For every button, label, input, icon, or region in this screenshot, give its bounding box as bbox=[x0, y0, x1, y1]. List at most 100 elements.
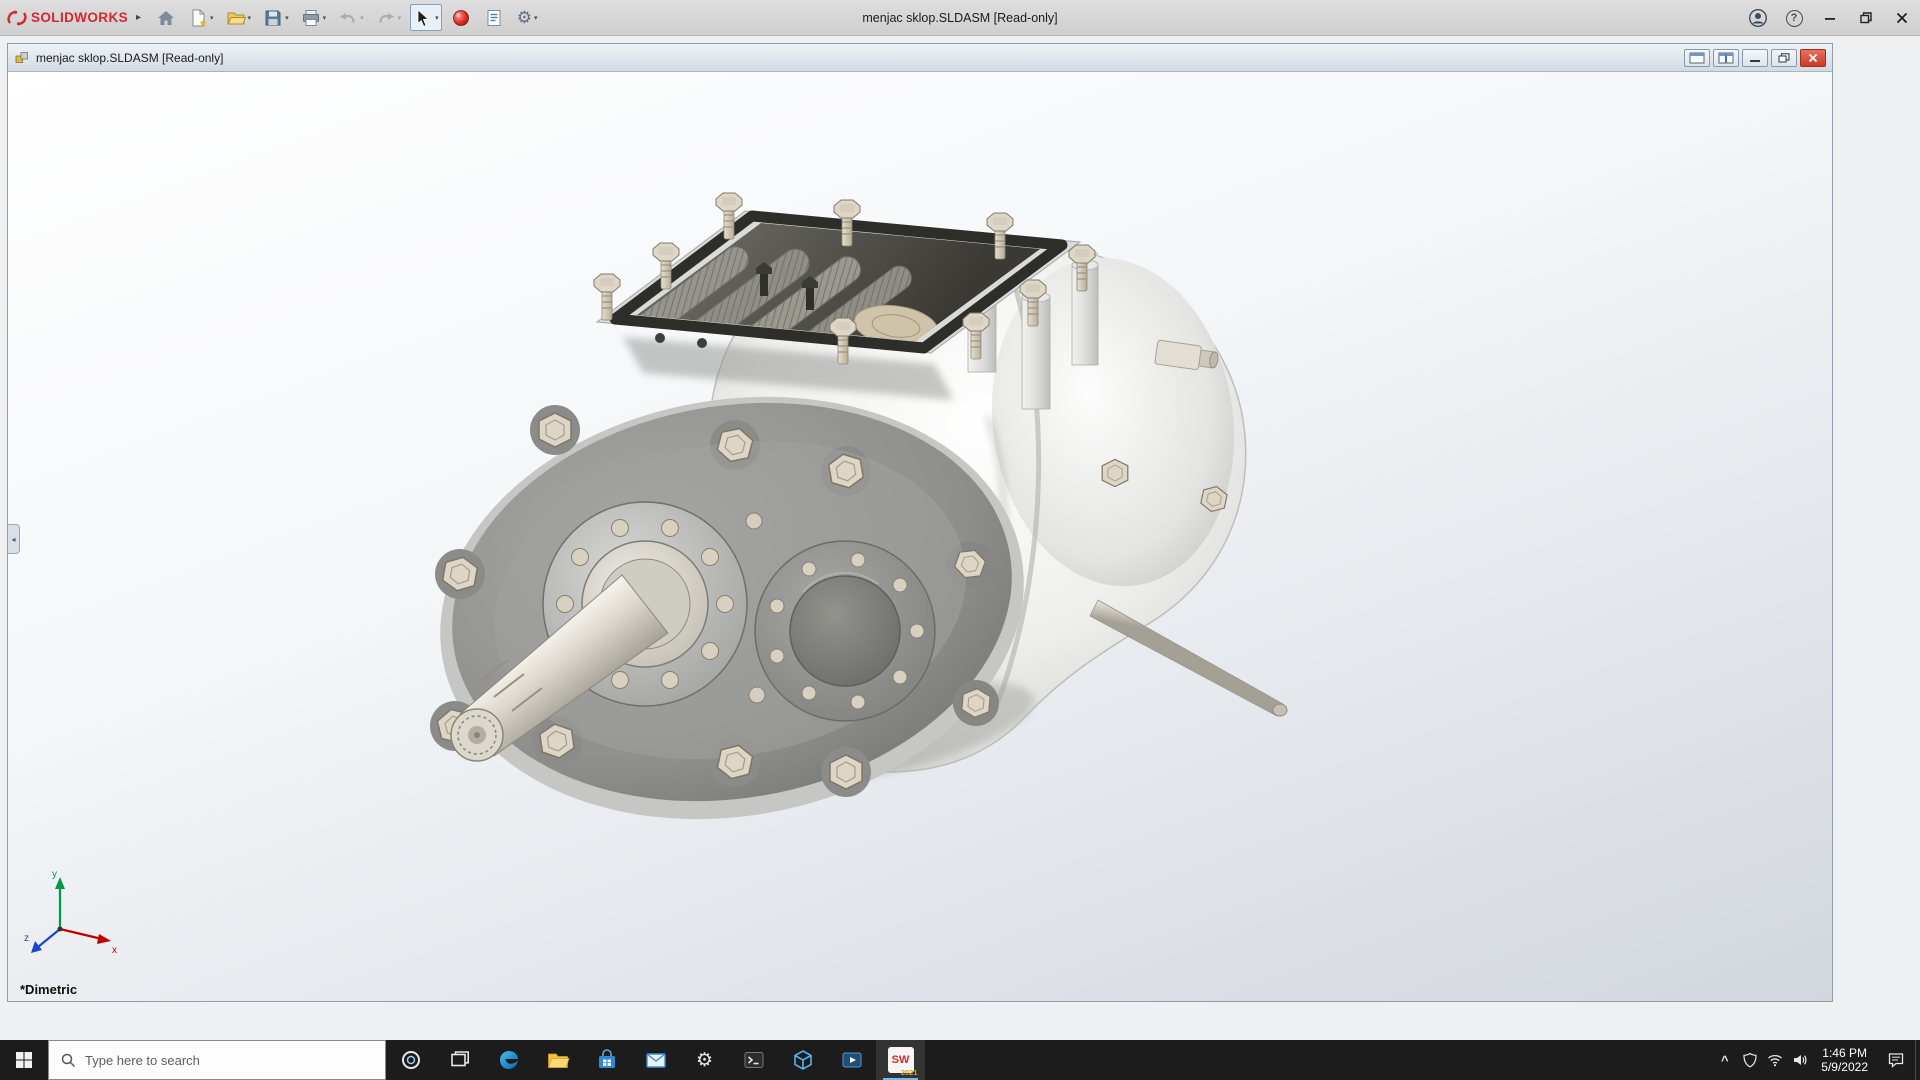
undo-icon bbox=[340, 12, 355, 23]
doc-minimize-button[interactable] bbox=[1742, 48, 1768, 67]
save-button[interactable]: ▾ bbox=[260, 4, 292, 31]
doc-close-icon bbox=[1808, 53, 1818, 62]
app-window-title: menjac sklop.SLDASM [Read-only] bbox=[862, 11, 1058, 25]
gearbox-model[interactable] bbox=[8, 72, 1832, 1001]
windows-taskbar: ⚙ SW 2021 ^ bbox=[0, 1040, 1920, 1080]
dropdown-caret: ▾ bbox=[247, 14, 252, 22]
security-tray-icon[interactable] bbox=[1737, 1040, 1762, 1080]
speaker-icon bbox=[1793, 1055, 1807, 1065]
dropdown-caret: ▾ bbox=[360, 14, 364, 22]
minimize-button[interactable] bbox=[1812, 0, 1848, 36]
search-input[interactable] bbox=[85, 1052, 335, 1068]
orientation-triad[interactable]: y x z bbox=[22, 863, 122, 959]
open-folder-icon bbox=[226, 12, 246, 24]
close-icon bbox=[1896, 12, 1908, 24]
file-properties-button[interactable] bbox=[481, 4, 508, 31]
taskbar-item-file-explorer[interactable] bbox=[533, 1040, 582, 1080]
doc-minimize-icon bbox=[1750, 59, 1760, 62]
taskbar-item-movies-tv[interactable] bbox=[827, 1040, 876, 1080]
expand-menu-arrow[interactable]: ▸ bbox=[136, 12, 141, 23]
taskbar-search[interactable] bbox=[48, 1040, 386, 1080]
taskbar-item-task-view[interactable] bbox=[435, 1040, 484, 1080]
select-tool-button[interactable]: ▾ bbox=[410, 4, 442, 31]
document-titlebar[interactable]: menjac sklop.SLDASM [Read-only] bbox=[8, 44, 1832, 72]
taskbar-item-solidworks[interactable]: SW 2021 bbox=[876, 1040, 925, 1080]
taskbar-item-settings[interactable]: ⚙ bbox=[680, 1040, 729, 1080]
file-properties-icon bbox=[487, 9, 501, 26]
options-button[interactable]: ⚙ ▾ bbox=[514, 4, 541, 31]
chevron-up-icon: ^ bbox=[1720, 1052, 1729, 1068]
volume-tray-icon[interactable] bbox=[1787, 1040, 1812, 1080]
windows-logo-icon bbox=[16, 1052, 32, 1068]
app-titlebar: SOLIDWORKS ▸ ▾ ▾ ▾ ▾ ▾ ▾ ▾ ⚙ ▾ menjac sk… bbox=[0, 0, 1920, 36]
mail-icon bbox=[645, 1053, 666, 1068]
doc-restore-button[interactable] bbox=[1771, 48, 1797, 67]
split-pane-button[interactable] bbox=[1713, 48, 1739, 67]
redo-icon bbox=[379, 12, 394, 23]
start-button[interactable] bbox=[0, 1040, 48, 1080]
home-icon bbox=[157, 10, 174, 25]
help-icon: ? bbox=[1785, 9, 1803, 27]
print-button[interactable]: ▾ bbox=[298, 4, 330, 31]
minimize-icon bbox=[1825, 18, 1835, 20]
dropdown-caret: ▾ bbox=[397, 14, 402, 22]
dropdown-caret: ▾ bbox=[210, 14, 214, 22]
taskbar-item-command-prompt[interactable] bbox=[729, 1040, 778, 1080]
new-document-button[interactable]: ▾ bbox=[185, 4, 217, 31]
taskbar-item-store[interactable] bbox=[582, 1040, 631, 1080]
hidden-icons-button[interactable]: ^ bbox=[1712, 1040, 1737, 1080]
taskbar-item-mail[interactable] bbox=[631, 1040, 680, 1080]
doc-close-button[interactable] bbox=[1800, 48, 1826, 67]
solidworks-app-icon: SW 2021 bbox=[887, 1047, 918, 1077]
action-center-button[interactable] bbox=[1877, 1040, 1915, 1080]
ds-logo-icon bbox=[7, 10, 27, 25]
3d-viewport[interactable]: y x z *Dimetric ◂ bbox=[8, 72, 1832, 1001]
movies-tv-icon bbox=[842, 1052, 861, 1068]
show-desktop-button[interactable] bbox=[1915, 1040, 1920, 1080]
panel-collapse-tab[interactable]: ◂ bbox=[8, 524, 20, 554]
tile-pane-icon bbox=[1689, 52, 1705, 63]
search-icon bbox=[61, 1053, 76, 1068]
network-tray-icon[interactable] bbox=[1762, 1040, 1787, 1080]
undo-button[interactable]: ▾ bbox=[335, 4, 367, 31]
restore-icon bbox=[1860, 12, 1872, 24]
help-button[interactable]: ? bbox=[1776, 0, 1812, 36]
restore-button[interactable] bbox=[1848, 0, 1884, 36]
taskbar-item-edge[interactable] bbox=[484, 1040, 533, 1080]
close-button[interactable] bbox=[1884, 0, 1920, 36]
clock-date: 5/9/2022 bbox=[1821, 1060, 1868, 1074]
task-view-icon bbox=[450, 1051, 469, 1067]
select-cursor-icon bbox=[417, 8, 430, 27]
file-explorer-icon bbox=[547, 1053, 570, 1068]
save-icon bbox=[265, 10, 281, 25]
side-cover[interactable] bbox=[754, 540, 936, 722]
action-center-icon bbox=[1888, 1053, 1904, 1068]
redo-button[interactable]: ▾ bbox=[373, 4, 405, 31]
triad-x-label: x bbox=[112, 945, 117, 956]
open-button[interactable]: ▾ bbox=[223, 4, 255, 31]
edit-appearance-button[interactable] bbox=[448, 4, 475, 31]
taskbar-item-cortana[interactable] bbox=[386, 1040, 435, 1080]
settings-gear-icon: ⚙ bbox=[695, 1049, 714, 1071]
output-shaft[interactable] bbox=[1089, 599, 1288, 717]
solidworks-year-badge: 2021 bbox=[900, 1068, 918, 1077]
clock-time: 1:46 PM bbox=[1822, 1046, 1867, 1060]
document-title: menjac sklop.SLDASM [Read-only] bbox=[36, 50, 224, 65]
command-prompt-icon bbox=[744, 1052, 763, 1068]
store-icon bbox=[598, 1049, 615, 1068]
taskbar-clock[interactable]: 1:46 PM 5/9/2022 bbox=[1812, 1046, 1877, 1074]
dropdown-caret: ▾ bbox=[285, 14, 289, 22]
taskbar-item-3d-viewer[interactable] bbox=[778, 1040, 827, 1080]
account-button[interactable] bbox=[1740, 0, 1776, 36]
solidworks-logo: SOLIDWORKS bbox=[6, 8, 128, 28]
cortana-icon bbox=[401, 1051, 420, 1069]
triad-y-label: y bbox=[52, 869, 57, 880]
home-button[interactable] bbox=[152, 4, 179, 31]
new-document-icon bbox=[192, 9, 207, 26]
3d-viewer-icon bbox=[793, 1050, 812, 1070]
tile-pane-button[interactable] bbox=[1684, 48, 1710, 67]
dropdown-caret: ▾ bbox=[435, 14, 439, 22]
dropdown-caret: ▾ bbox=[534, 14, 538, 22]
view-orientation-label: *Dimetric bbox=[20, 982, 78, 997]
triad-z-label: z bbox=[24, 933, 29, 944]
